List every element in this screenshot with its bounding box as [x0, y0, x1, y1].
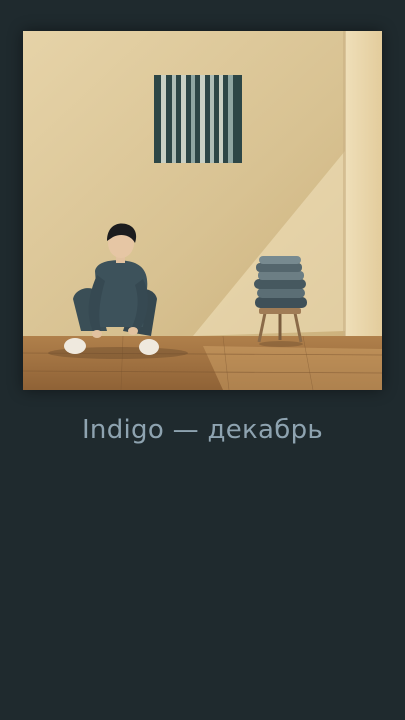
stool-with-clothes	[254, 256, 307, 347]
album-artwork	[23, 31, 382, 390]
side-wall	[345, 31, 382, 356]
track-title: Indigo — декабрь	[81, 415, 324, 445]
album-cover[interactable]	[23, 31, 382, 390]
wall-painting	[154, 75, 242, 163]
